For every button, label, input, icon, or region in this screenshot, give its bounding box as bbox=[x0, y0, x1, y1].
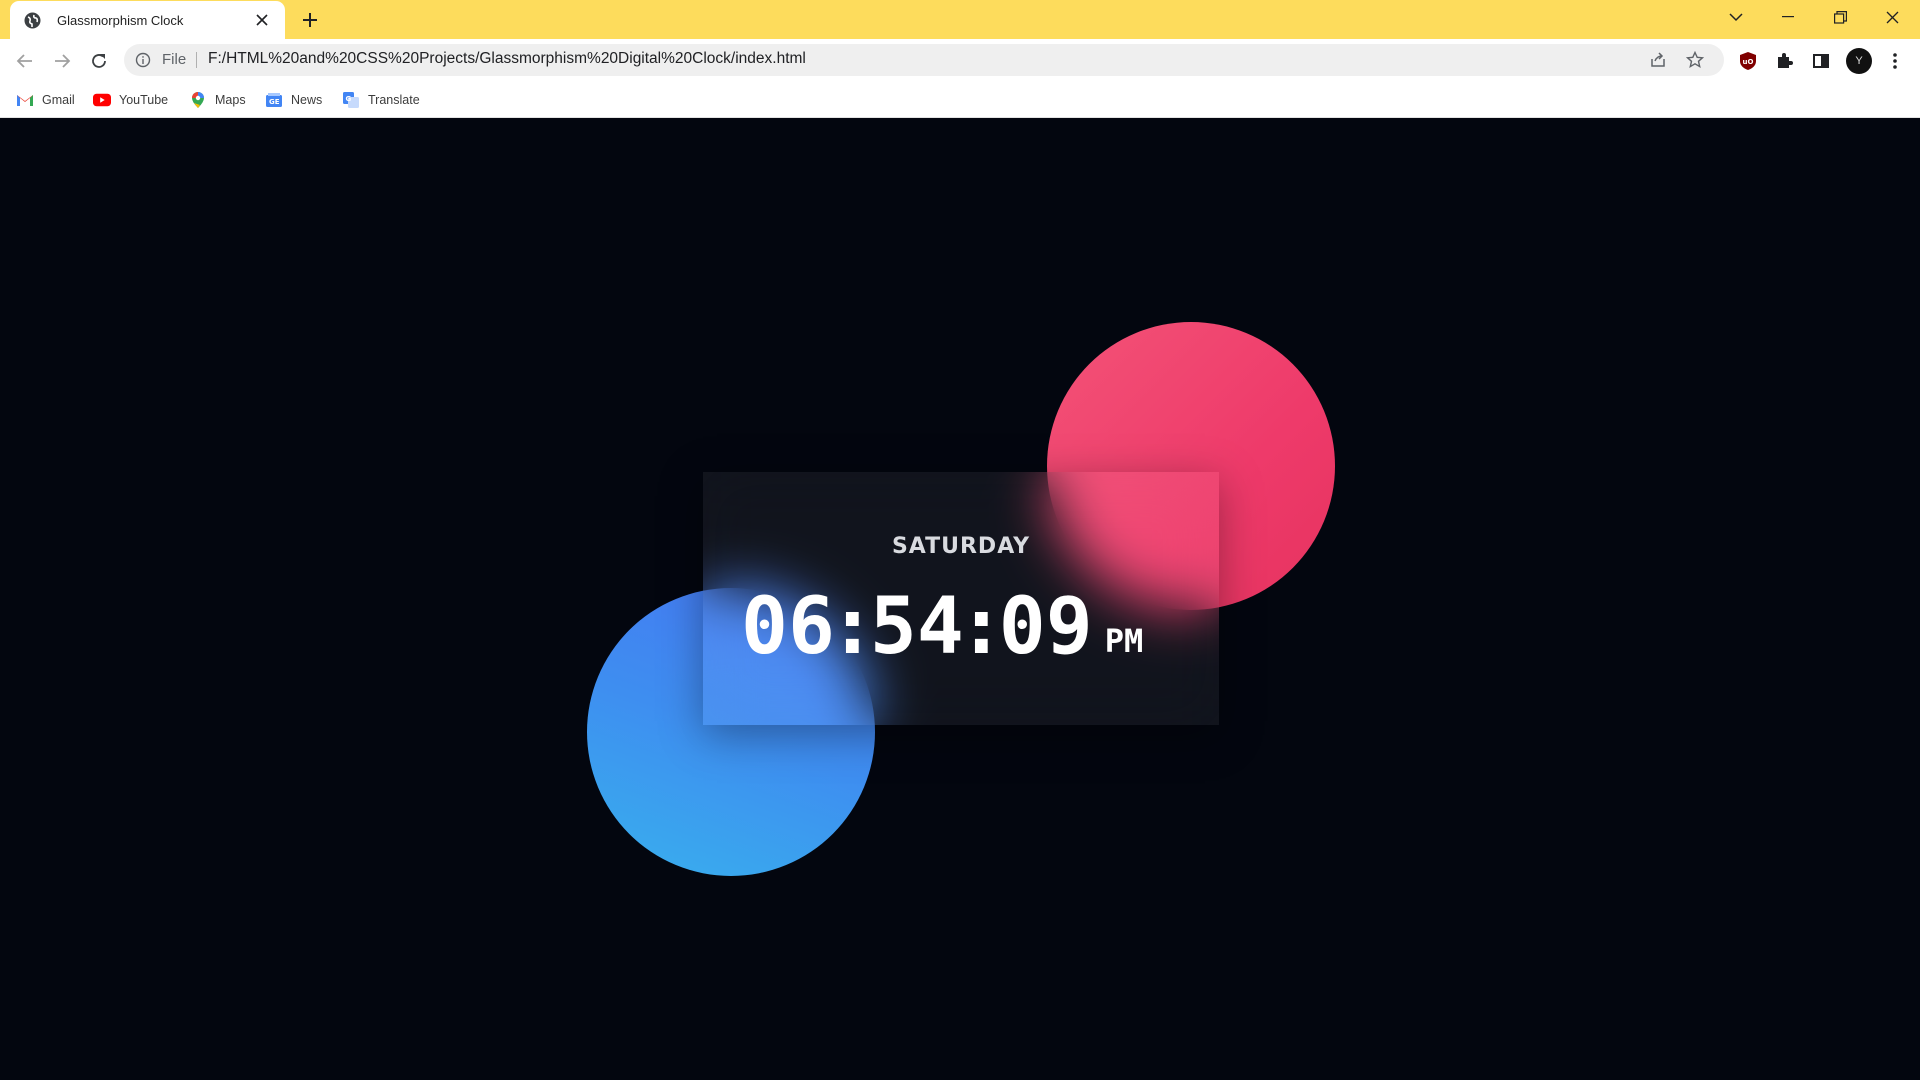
browser-toolbar: File F:/HTML%20and%20CSS%20Projects/Glas… bbox=[0, 39, 1920, 82]
maps-icon bbox=[189, 91, 207, 109]
bookmark-translate[interactable]: G Translate bbox=[342, 90, 420, 110]
address-divider bbox=[196, 52, 197, 68]
side-panel-icon[interactable] bbox=[1810, 50, 1832, 72]
extensions-puzzle-icon[interactable] bbox=[1773, 50, 1795, 72]
browser-tab[interactable]: Glassmorphism Clock bbox=[10, 1, 285, 39]
bookmark-star-icon[interactable] bbox=[1685, 50, 1705, 69]
bookmark-label: YouTube bbox=[119, 93, 169, 107]
ublock-extension-icon[interactable]: uO bbox=[1737, 50, 1759, 72]
bookmarks-bar: Gmail YouTube Maps GE News G Translate bbox=[0, 82, 1920, 118]
close-window-button[interactable] bbox=[1866, 0, 1918, 34]
svg-text:GE: GE bbox=[269, 98, 280, 106]
bookmark-gmail[interactable]: Gmail bbox=[16, 90, 75, 110]
browser-title-bar: Glassmorphism Clock bbox=[0, 0, 1920, 39]
bookmark-label: Gmail bbox=[42, 93, 75, 107]
close-tab-icon[interactable] bbox=[253, 11, 271, 29]
clock-minutes: 54 bbox=[869, 582, 964, 672]
clock-hours: 06 bbox=[741, 582, 835, 672]
news-icon: GE bbox=[265, 91, 283, 109]
clock-separator: : bbox=[828, 582, 876, 672]
svg-text:uO: uO bbox=[1743, 58, 1754, 66]
tab-search-chevron-icon[interactable] bbox=[1710, 0, 1762, 34]
profile-avatar[interactable]: Y bbox=[1846, 48, 1872, 74]
clock-ampm: PM bbox=[1104, 622, 1144, 660]
translate-icon: G bbox=[342, 91, 360, 109]
url-scheme-label: File bbox=[162, 51, 187, 68]
reload-button[interactable] bbox=[85, 47, 113, 75]
share-icon[interactable] bbox=[1649, 51, 1667, 69]
bookmark-maps[interactable]: Maps bbox=[189, 90, 246, 110]
youtube-icon bbox=[93, 91, 111, 109]
clock-glass-card: SATURDAY 06 : 54 : 09 PM bbox=[703, 472, 1219, 725]
bookmark-label: News bbox=[291, 93, 323, 107]
page-viewport: SATURDAY 06 : 54 : 09 PM bbox=[0, 118, 1920, 1080]
menu-kebab-icon[interactable] bbox=[1884, 50, 1906, 72]
back-button[interactable] bbox=[11, 47, 39, 75]
globe-icon bbox=[24, 12, 41, 29]
address-bar[interactable]: File F:/HTML%20and%20CSS%20Projects/Glas… bbox=[124, 44, 1724, 76]
svg-text:G: G bbox=[346, 95, 352, 103]
gmail-icon bbox=[16, 91, 34, 109]
tab-title: Glassmorphism Clock bbox=[57, 12, 184, 28]
restore-button[interactable] bbox=[1814, 0, 1866, 34]
forward-button[interactable] bbox=[48, 47, 76, 75]
profile-initial: Y bbox=[1855, 55, 1863, 67]
bookmark-label: Maps bbox=[215, 93, 246, 107]
clock-separator: : bbox=[957, 582, 1005, 672]
site-info-icon[interactable] bbox=[135, 52, 151, 68]
clock-time: 06 : 54 : 09 PM bbox=[741, 576, 1143, 666]
clock-seconds: 09 bbox=[998, 582, 1093, 672]
bookmark-news[interactable]: GE News bbox=[265, 90, 322, 110]
new-tab-button[interactable] bbox=[298, 8, 322, 32]
bookmark-youtube[interactable]: YouTube bbox=[93, 90, 168, 110]
minimize-button[interactable] bbox=[1762, 0, 1814, 34]
bookmark-label: Translate bbox=[368, 93, 420, 107]
url-text[interactable]: F:/HTML%20and%20CSS%20Projects/Glassmorp… bbox=[208, 50, 806, 68]
clock-day: SATURDAY bbox=[891, 534, 1031, 559]
